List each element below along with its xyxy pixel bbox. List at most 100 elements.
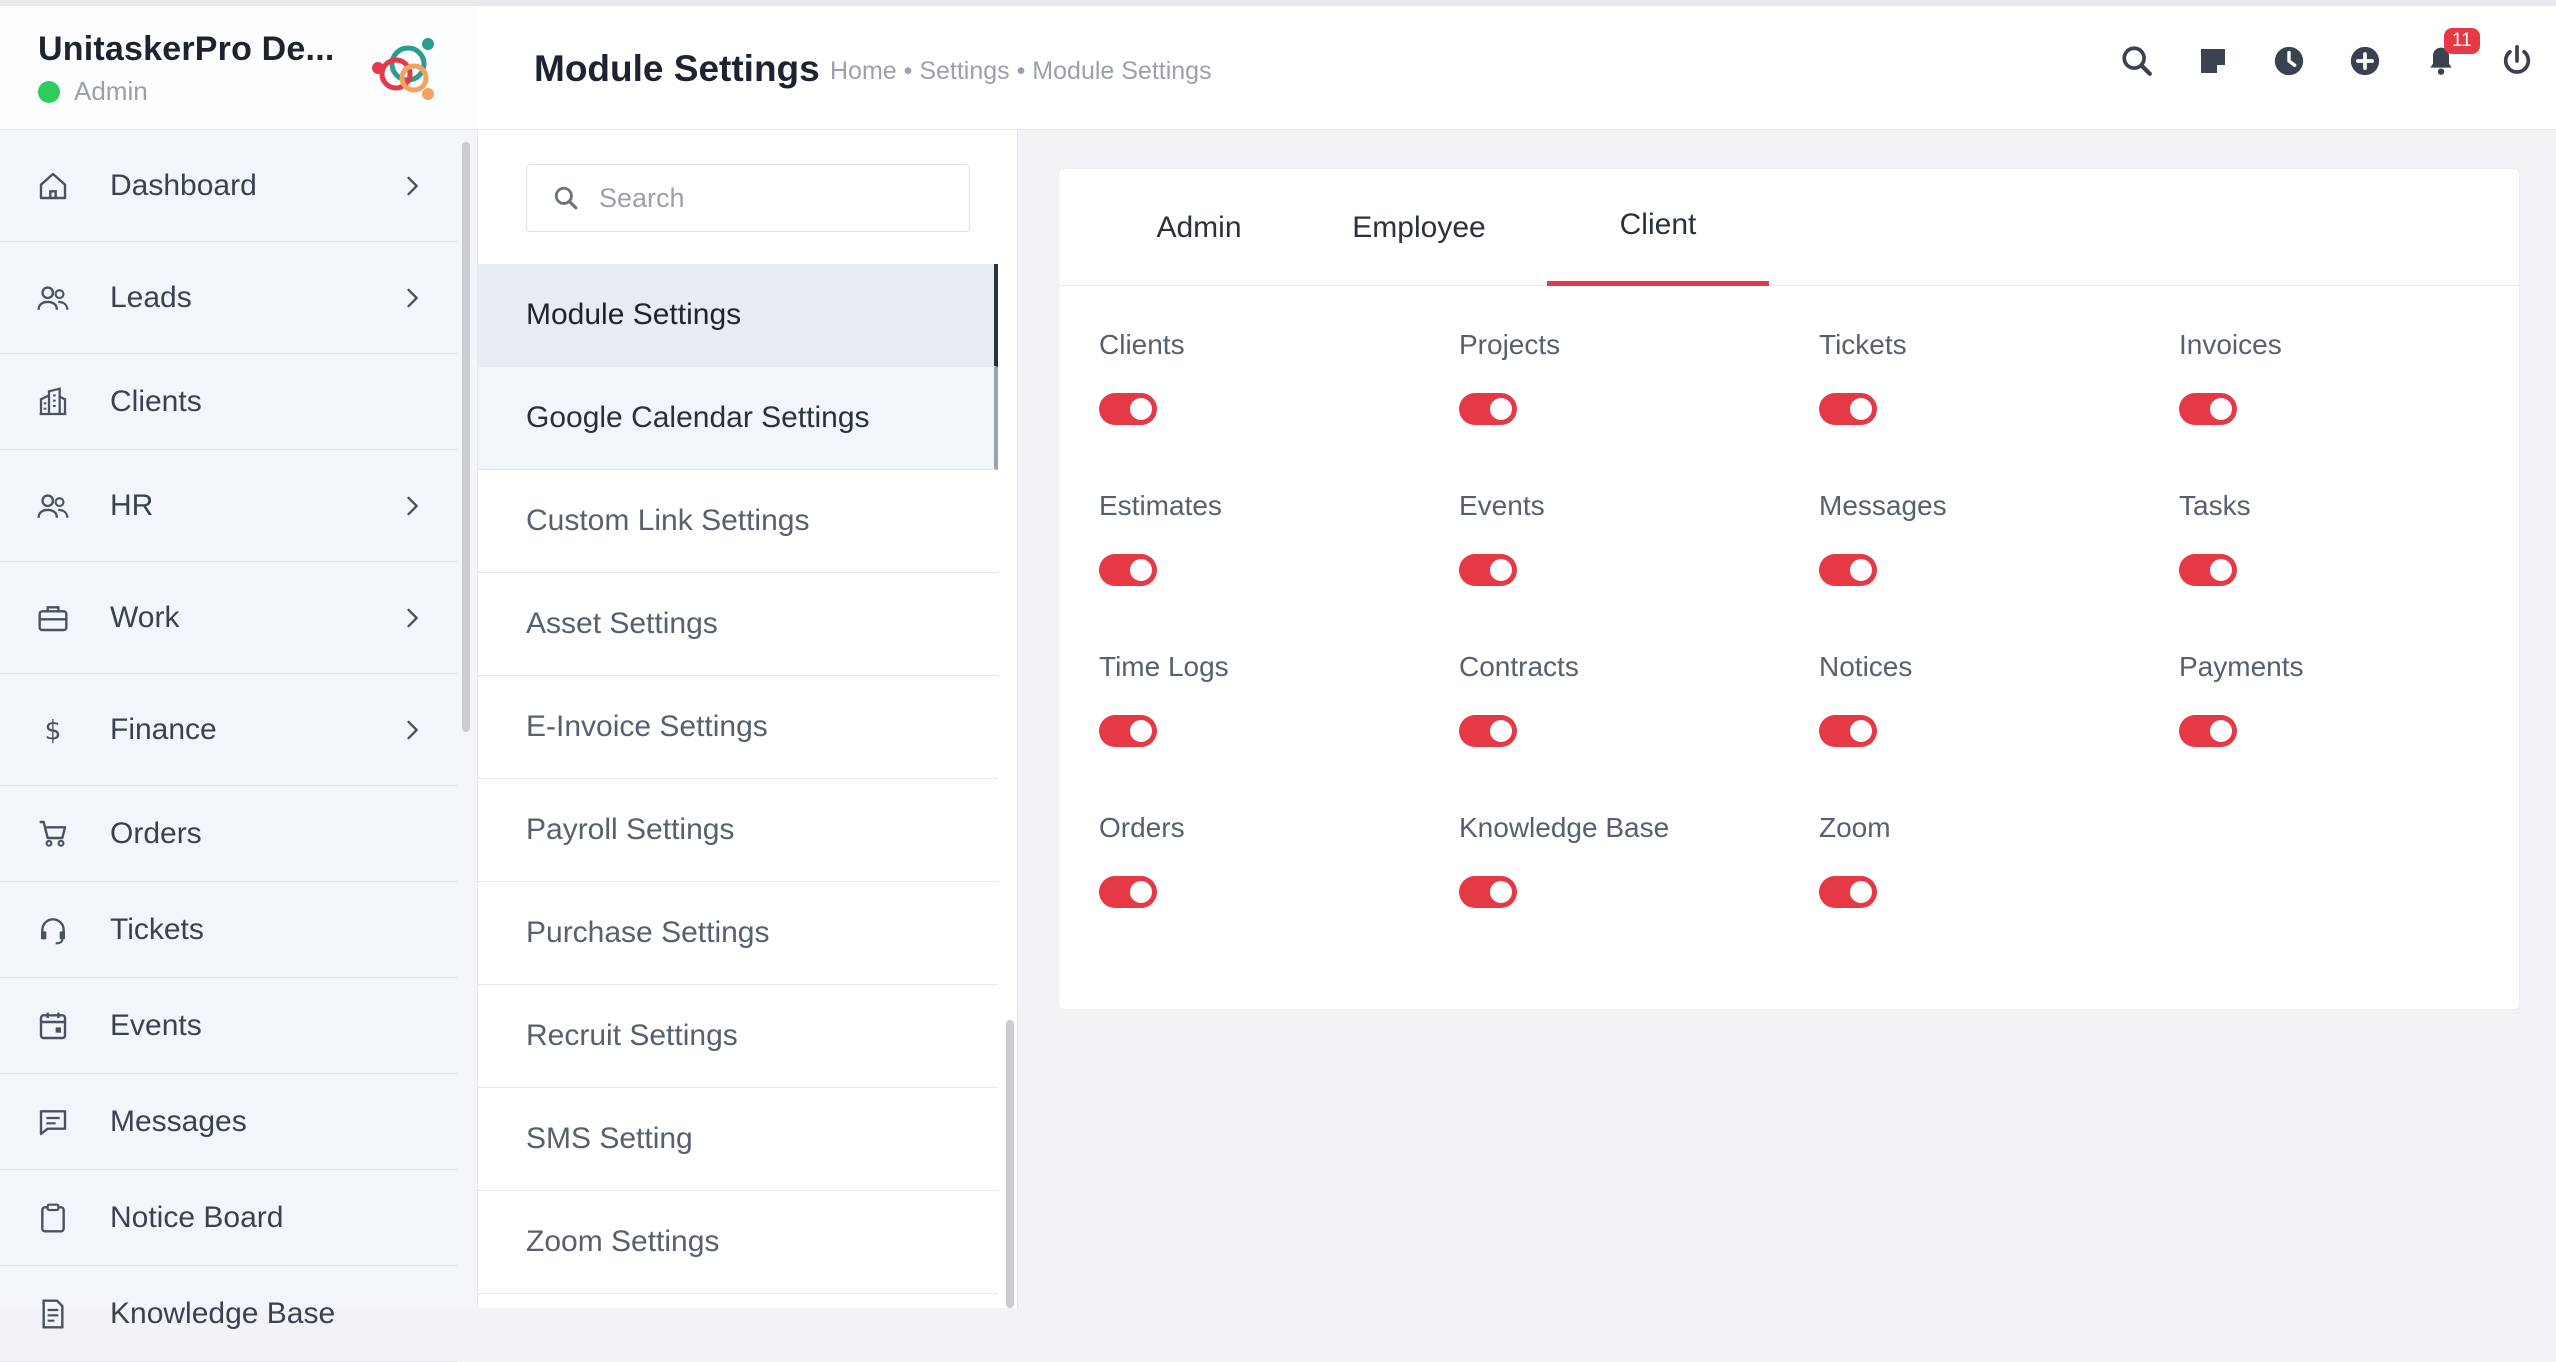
settings-menu-item-purchase-settings[interactable]: Purchase Settings: [478, 882, 998, 985]
module-toggle-invoices[interactable]: [2179, 393, 2237, 425]
module-toggle-zoom[interactable]: [1819, 876, 1877, 908]
module-toggle-estimates[interactable]: [1099, 554, 1157, 586]
module-toggle-payments[interactable]: [2179, 715, 2237, 747]
sidebar-item-label: Dashboard: [110, 168, 257, 202]
module-tickets: Tickets: [1819, 329, 2159, 425]
module-label: Payments: [2179, 651, 2304, 682]
company-logo-icon: [372, 38, 434, 100]
sidebar-item-label: Work: [110, 600, 180, 634]
sidebar-item-dashboard[interactable]: Dashboard: [0, 130, 458, 242]
sidebar-item-work[interactable]: Work: [0, 562, 458, 674]
module-toggle-time-logs[interactable]: [1099, 715, 1157, 747]
module-toggle-orders[interactable]: [1099, 876, 1157, 908]
module-events: Events: [1459, 490, 1799, 586]
module-zoom: Zoom: [1819, 812, 2159, 908]
clock-icon[interactable]: [2270, 42, 2308, 80]
module-label: Estimates: [1099, 490, 1222, 521]
sidebar-item-label: Orders: [110, 816, 202, 850]
document-icon: [36, 1297, 70, 1331]
module-label: Time Logs: [1099, 651, 1229, 682]
sidebar-item-finance[interactable]: $ Finance: [0, 674, 458, 786]
building-icon: [36, 385, 70, 419]
tab-employee[interactable]: Employee: [1329, 169, 1509, 286]
chevron-right-icon: [398, 716, 426, 744]
role-tabs: Admin Employee Client: [1059, 169, 2519, 286]
module-payments: Payments: [2179, 651, 2519, 747]
module-toggle-tickets[interactable]: [1819, 393, 1877, 425]
sidebar-item-clients[interactable]: Clients: [0, 354, 458, 450]
module-clients: Clients: [1099, 329, 1439, 425]
settings-menu-item-e-invoice-settings[interactable]: E-Invoice Settings: [478, 676, 998, 779]
search-icon[interactable]: [2118, 42, 2156, 80]
sticky-note-icon[interactable]: [2194, 42, 2232, 80]
sidebar-item-label: Leads: [110, 280, 192, 314]
sidebar-item-label: Tickets: [110, 912, 204, 946]
sidebar-item-orders[interactable]: Orders: [0, 786, 458, 882]
sidebar-item-messages[interactable]: Messages: [0, 1074, 458, 1170]
module-label: Zoom: [1819, 812, 1891, 843]
module-toggle-clients[interactable]: [1099, 393, 1157, 425]
settings-search-input[interactable]: [599, 182, 959, 214]
module-settings-card: Admin Employee Client Clients Projects Ticke…: [1058, 168, 2520, 1010]
module-label: Clients: [1099, 329, 1185, 360]
module-label: Projects: [1459, 329, 1561, 360]
calendar-icon: [36, 1009, 70, 1043]
settings-menu-item-custom-link-settings[interactable]: Custom Link Settings: [478, 470, 998, 573]
dollar-icon: $: [36, 713, 70, 747]
module-invoices: Invoices: [2179, 329, 2519, 425]
tab-client[interactable]: Client: [1547, 169, 1769, 286]
module-toggle-messages[interactable]: [1819, 554, 1877, 586]
bell-icon[interactable]: 11: [2422, 28, 2480, 80]
settings-menu-item-sms-setting[interactable]: SMS Setting: [478, 1088, 998, 1191]
module-toggle-knowledge-base[interactable]: [1459, 876, 1517, 908]
module-tasks: Tasks: [2179, 490, 2519, 586]
module-toggle-events[interactable]: [1459, 554, 1517, 586]
sidebar-scrollbar[interactable]: [462, 142, 470, 732]
company-name: UnitaskerPro De...: [38, 30, 335, 68]
module-toggle-projects[interactable]: [1459, 393, 1517, 425]
sidebar-item-hr[interactable]: HR: [0, 450, 458, 562]
module-messages: Messages: [1819, 490, 2159, 586]
module-toggle-notices[interactable]: [1819, 715, 1877, 747]
sidebar-item-tickets[interactable]: Tickets: [0, 882, 458, 978]
sidebar-item-label: Messages: [110, 1104, 247, 1138]
tab-admin[interactable]: Admin: [1119, 169, 1279, 286]
settings-menu-item-module-settings[interactable]: Module Settings: [478, 264, 998, 367]
sidebar-item-notice-board[interactable]: Notice Board: [0, 1170, 458, 1266]
search-icon: [554, 186, 578, 210]
clipboard-icon: [36, 1201, 70, 1235]
sidebar-item-events[interactable]: Events: [0, 978, 458, 1074]
module-toggle-tasks[interactable]: [2179, 554, 2237, 586]
cart-icon: [36, 817, 70, 851]
settings-menu-item-google-calendar-settings[interactable]: Google Calendar Settings: [478, 367, 998, 470]
brand-header[interactable]: UnitaskerPro De... Admin: [0, 6, 478, 130]
module-label: Notices: [1819, 651, 1913, 682]
notification-count-badge: 11: [2444, 28, 2480, 54]
settings-menu-item-payroll-settings[interactable]: Payroll Settings: [478, 779, 998, 882]
chevron-right-icon: [398, 172, 426, 200]
settings-menu-item-recruit-settings[interactable]: Recruit Settings: [478, 985, 998, 1088]
settings-menu-item-zoom-settings[interactable]: Zoom Settings: [478, 1191, 998, 1294]
chevron-right-icon: [398, 604, 426, 632]
sidebar-item-knowledge-base[interactable]: Knowledge Base: [0, 1266, 458, 1362]
module-label: Contracts: [1459, 651, 1579, 682]
users-icon: [36, 281, 70, 315]
module-toggle-contracts[interactable]: [1459, 715, 1517, 747]
user-status: Admin: [38, 76, 148, 107]
sidebar-item-label: Clients: [110, 384, 202, 418]
chevron-right-icon: [398, 284, 426, 312]
power-icon[interactable]: [2498, 42, 2536, 80]
module-label: Tasks: [2179, 490, 2251, 521]
module-label: Messages: [1819, 490, 1947, 521]
plus-circle-icon[interactable]: [2346, 42, 2384, 80]
settings-menu-item-asset-settings[interactable]: Asset Settings: [478, 573, 998, 676]
svg-text:$: $: [45, 715, 62, 746]
module-estimates: Estimates: [1099, 490, 1439, 586]
module-label: Tickets: [1819, 329, 1907, 360]
sidebar-item-label: HR: [110, 488, 154, 522]
module-label: Knowledge Base: [1459, 812, 1670, 843]
module-label: Orders: [1099, 812, 1185, 843]
settings-menu-scrollbar[interactable]: [1006, 1020, 1014, 1308]
home-icon: [36, 169, 70, 203]
sidebar-item-leads[interactable]: Leads: [0, 242, 458, 354]
